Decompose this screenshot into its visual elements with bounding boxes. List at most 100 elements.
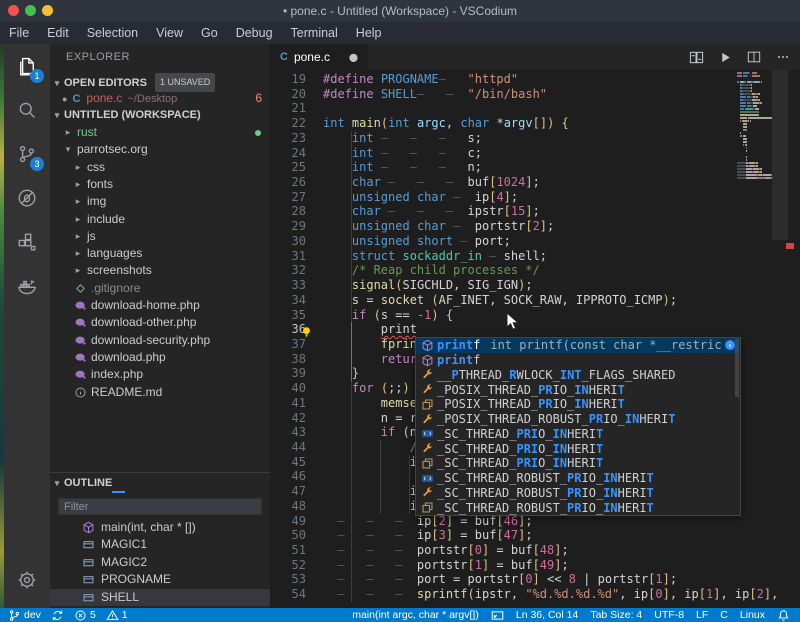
code-line[interactable]: – – – portstr[0] = buf[48];: [270, 543, 740, 558]
minimap[interactable]: [737, 72, 772, 180]
activity-bar-item-search[interactable]: [4, 88, 50, 132]
menu-item-help[interactable]: Help: [347, 22, 391, 44]
suggestion-item[interactable]: _SC_THREAD_ROBUST_PRIO_INHERIT: [416, 486, 740, 501]
code-line[interactable]: int – – – c;: [270, 146, 740, 161]
status-language-mode[interactable]: C: [720, 609, 728, 621]
code-line[interactable]: int main(int argc, char *argv[]) {: [270, 116, 740, 131]
tree-folder-languages[interactable]: ▸languages: [50, 245, 270, 262]
activity-bar-item-debug[interactable]: [4, 176, 50, 220]
status-notifications[interactable]: [777, 609, 790, 622]
lightbulb-icon[interactable]: [300, 326, 313, 339]
status-git-branch[interactable]: dev: [8, 609, 41, 622]
status-indentation[interactable]: Tab Size: 4: [590, 609, 642, 621]
run-button[interactable]: [719, 51, 732, 64]
menu-item-file[interactable]: File: [0, 22, 38, 44]
code-line[interactable]: char – – – buf[1024];: [270, 175, 740, 190]
activity-bar-item-docker[interactable]: [4, 264, 50, 308]
code-line[interactable]: – – – port = portstr[0] << 8 | portstr[1…: [270, 572, 740, 587]
status-cursor-position[interactable]: Ln 36, Col 14: [516, 609, 578, 621]
open-changes-button[interactable]: [689, 50, 704, 65]
outline-filter-input[interactable]: [58, 498, 262, 515]
popup-scrollbar[interactable]: [735, 339, 739, 397]
code-line[interactable]: #define SHELL– – "/bin/bash": [270, 87, 740, 102]
code-line[interactable]: if (s == -1) {: [270, 308, 740, 323]
menu-item-debug[interactable]: Debug: [227, 22, 282, 44]
activity-bar-item-extensions[interactable]: [4, 220, 50, 264]
tree-file-README.md[interactable]: README.md: [50, 384, 270, 401]
suggestion-item[interactable]: printfint printf(const char *__restrict_…: [416, 338, 740, 353]
suggestion-item[interactable]: _SC_THREAD_ROBUST_PRIO_INHERIT: [416, 471, 740, 486]
outline-item-shell[interactable]: SHELL: [50, 589, 270, 606]
suggestion-item[interactable]: _SC_THREAD_PRIO_INHERIT: [416, 456, 740, 471]
code-line[interactable]: – – – ip[3] = buf[47];: [270, 528, 740, 543]
status-symbol-context[interactable]: main(int argc, char * argv[]): [352, 609, 479, 621]
code-line[interactable]: unsigned char – ip[4];: [270, 190, 740, 205]
menu-item-selection[interactable]: Selection: [78, 22, 147, 44]
status-encoding[interactable]: UTF-8: [654, 609, 684, 621]
code-line[interactable]: unsigned short – port;: [270, 234, 740, 249]
tree-folder-screenshots[interactable]: ▸screenshots: [50, 262, 270, 279]
tree-file-download-security.php[interactable]: download-security.php: [50, 332, 270, 349]
menu-item-terminal[interactable]: Terminal: [282, 22, 347, 44]
code-line[interactable]: – – – portstr[1] = buf[49];: [270, 558, 740, 573]
suggestion-item[interactable]: printf: [416, 353, 740, 368]
tree-folder-parrotsec.org[interactable]: ▾parrotsec.org: [50, 141, 270, 158]
suggestion-item[interactable]: _POSIX_THREAD_PRIO_INHERIT: [416, 382, 740, 397]
code-line[interactable]: struct sockaddr_in – shell;: [270, 249, 740, 264]
status-os[interactable]: Linux: [740, 609, 765, 621]
menu-item-go[interactable]: Go: [192, 22, 227, 44]
open-editors-header[interactable]: ▾OPEN EDITORS1 UNSAVED: [50, 73, 270, 90]
suggestion-item[interactable]: _POSIX_THREAD_ROBUST_PRIO_INHERIT: [416, 412, 740, 427]
tree-file-download-home.php[interactable]: download-home.php: [50, 297, 270, 314]
status-warnings[interactable]: 1: [106, 609, 128, 622]
suggestion-item[interactable]: __PTHREAD_RWLOCK_INT_FLAGS_SHARED: [416, 368, 740, 383]
status-sync[interactable]: [51, 609, 64, 622]
tab-pone.c[interactable]: C pone.c ⬤: [270, 44, 368, 70]
code-editor[interactable]: 1920212223242526272829303132333435363738…: [270, 70, 800, 608]
tree-file-.gitignore[interactable]: .gitignore: [50, 280, 270, 297]
outline-header[interactable]: ▾OUTLINE: [50, 473, 270, 493]
tree-file-index.php[interactable]: index.php: [50, 366, 270, 383]
tree-folder-include[interactable]: ▸include: [50, 211, 270, 228]
suggestion-item[interactable]: _POSIX_THREAD_PRIO_INHERIT: [416, 397, 740, 412]
menu-item-view[interactable]: View: [147, 22, 192, 44]
status-screen-reader[interactable]: [491, 609, 504, 622]
open-editor-item-pone.c[interactable]: ●Cpone.c~/Desktop 6: [50, 90, 270, 107]
suggestion-item[interactable]: _SC_THREAD_PRIO_INHERIT: [416, 427, 740, 442]
outline-item-magic1[interactable]: MAGIC1: [50, 536, 270, 553]
code-line[interactable]: char – – – ipstr[15];: [270, 204, 740, 219]
outline-item-main-int-char-[interactable]: main(int, char * []): [50, 519, 270, 536]
field-icon: [80, 556, 96, 569]
tree-folder-rust[interactable]: ▸rust: [50, 124, 270, 141]
code-line[interactable]: [270, 101, 740, 116]
more-actions-button[interactable]: [776, 50, 790, 64]
code-line[interactable]: int – – – n;: [270, 160, 740, 175]
workspace-header[interactable]: ▾UNTITLED (WORKSPACE): [50, 107, 270, 124]
code-line[interactable]: – – – sprintf(ipstr, "%d.%d.%d.%d", ip[0…: [270, 587, 740, 602]
code-line[interactable]: #define PROGNAME– "httpd": [270, 72, 740, 87]
code-line[interactable]: signal(SIGCHLD, SIG_IGN);: [270, 278, 740, 293]
scrollbar-thumb[interactable]: [772, 70, 788, 240]
outline-item-progname[interactable]: PROGNAME: [50, 571, 270, 588]
status-eol[interactable]: LF: [696, 609, 708, 621]
status-errors[interactable]: 5: [74, 609, 96, 622]
code-line[interactable]: int – – – s;: [270, 131, 740, 146]
activity-bar-item-settings[interactable]: [4, 558, 50, 602]
tree-folder-js[interactable]: ▸js: [50, 228, 270, 245]
suggestion-item[interactable]: _SC_THREAD_PRIO_INHERIT: [416, 441, 740, 456]
code-line[interactable]: s = socket (AF_INET, SOCK_RAW, IPPROTO_I…: [270, 293, 740, 308]
code-line[interactable]: /* Reap child processes */: [270, 263, 740, 278]
suggestion-item[interactable]: _SC_THREAD_ROBUST_PRIO_INHERIT: [416, 500, 740, 515]
activity-bar-item-source-control[interactable]: 3: [4, 132, 50, 176]
code-line[interactable]: unsigned char – portstr[2];: [270, 219, 740, 234]
tree-folder-img[interactable]: ▸img: [50, 193, 270, 210]
tree-file-download.php[interactable]: download.php: [50, 349, 270, 366]
tree-folder-css[interactable]: ▸css: [50, 159, 270, 176]
tree-file-download-other.php[interactable]: download-other.php: [50, 314, 270, 331]
activity-bar-item-explorer[interactable]: 1: [4, 44, 50, 88]
split-editor-button[interactable]: [747, 50, 761, 64]
menu-item-edit[interactable]: Edit: [38, 22, 78, 44]
code-line[interactable]: print: [270, 322, 740, 337]
tree-folder-fonts[interactable]: ▸fonts: [50, 176, 270, 193]
outline-item-magic2[interactable]: MAGIC2: [50, 554, 270, 571]
